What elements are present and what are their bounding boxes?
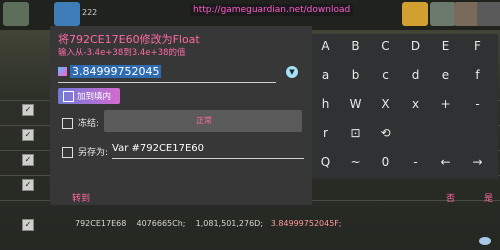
keyboard-key[interactable]: → [464, 150, 491, 174]
add-to-list-label: 加到填内 [77, 92, 112, 102]
avatar [54, 2, 80, 26]
keyboard-key[interactable]: C [372, 34, 399, 58]
value-text: 3.84999752045 [70, 65, 162, 78]
keyboard-key[interactable]: B [342, 34, 369, 58]
result-row[interactable]: 792CE17E68 4076665Ch; 1,081,501,276D; 3.… [75, 219, 342, 228]
row-checkbox[interactable]: ✓ [22, 219, 34, 231]
keyboard-key[interactable]: + [432, 92, 459, 116]
keyboard-key[interactable]: e [432, 63, 459, 87]
chevron-down-icon[interactable]: ▼ [286, 66, 298, 78]
row-checkbox[interactable]: ✓ [22, 104, 34, 116]
game-icon [3, 2, 29, 26]
keyboard-key[interactable]: a [312, 63, 339, 87]
row-checkbox[interactable]: ✓ [22, 154, 34, 166]
edit-value-dialog: 将792CE17E60修改为Float 输入从-3.4e+38到3.4e+38的… [50, 26, 312, 205]
keyboard-key[interactable]: ⊡ [342, 121, 369, 145]
save-as-input[interactable]: Var #792CE17E60 [112, 142, 304, 159]
save-as-label: 另存为: [78, 148, 109, 158]
keyboard-key[interactable]: f [464, 63, 491, 87]
gold-icon [402, 2, 428, 26]
value-input[interactable]: 3.84999752045 [58, 64, 276, 83]
keyboard-key[interactable]: W [342, 92, 369, 116]
freeze-label: 冻结: [78, 119, 100, 129]
keyboard-key[interactable]: E [432, 34, 459, 58]
keyboard-key[interactable]: r [312, 121, 339, 145]
result-address: 792CE17E68 [75, 219, 127, 228]
keyboard-key[interactable]: d [402, 63, 429, 87]
add-to-list-button[interactable]: 加到填内 [58, 88, 120, 104]
keyboard-key[interactable]: h [312, 92, 339, 116]
keyboard-key[interactable]: ⟲ [372, 121, 399, 145]
row-checkbox[interactable]: ✓ [22, 129, 34, 141]
result-float: 3.84999752045F; [270, 219, 342, 228]
goto-button[interactable]: 转到 [72, 191, 90, 204]
chest-icon [430, 2, 456, 26]
download-url[interactable]: http://gameguardian.net/download [190, 4, 354, 16]
keyboard-key[interactable]: - [402, 150, 429, 174]
keyboard-key[interactable]: ~ [342, 150, 369, 174]
result-hex: 4076665Ch; [136, 219, 186, 228]
eye-icon[interactable] [479, 237, 491, 245]
keyboard-key[interactable]: D [402, 34, 429, 58]
keyboard-key[interactable]: X [372, 92, 399, 116]
keyboard-key[interactable]: 0 [372, 150, 399, 174]
keyboard-key[interactable]: b [342, 63, 369, 87]
save-as-checkbox[interactable] [62, 147, 73, 158]
keyboard-key[interactable]: - [464, 92, 491, 116]
hex-keyboard: A B C D E Fa b c d e f h W Xx + - r ⊡ ⟲ Q ~0- ← → [312, 34, 498, 179]
dialog-title: 将792CE17E60修改为Float [58, 33, 200, 46]
close-icon[interactable] [477, 2, 500, 26]
checkbox-icon [63, 91, 74, 102]
freeze-checkbox[interactable] [62, 118, 73, 129]
row-checkbox[interactable]: ✓ [22, 179, 34, 191]
dialog-hint: 输入从-3.4e+38到3.4e+38的值 [58, 48, 186, 58]
keyboard-key[interactable]: A [312, 34, 339, 58]
type-icon [58, 67, 67, 76]
freeze-mode-select[interactable]: 正常 [104, 110, 302, 132]
no-button[interactable]: 否 [446, 191, 455, 204]
keyboard-key[interactable]: x [402, 92, 429, 116]
keyboard-key[interactable]: Q [312, 150, 339, 174]
result-number: 1,081,501,276D; [195, 219, 264, 228]
yes-button[interactable]: 是 [484, 191, 493, 204]
keyboard-key[interactable]: F [464, 34, 491, 58]
save-as-value: Var #792CE17E60 [112, 143, 205, 154]
freeze-status: 正常 [196, 116, 212, 125]
keyboard-key[interactable]: c [372, 63, 399, 87]
player-level: 222 [82, 8, 98, 17]
keyboard-key[interactable]: ← [432, 150, 459, 174]
